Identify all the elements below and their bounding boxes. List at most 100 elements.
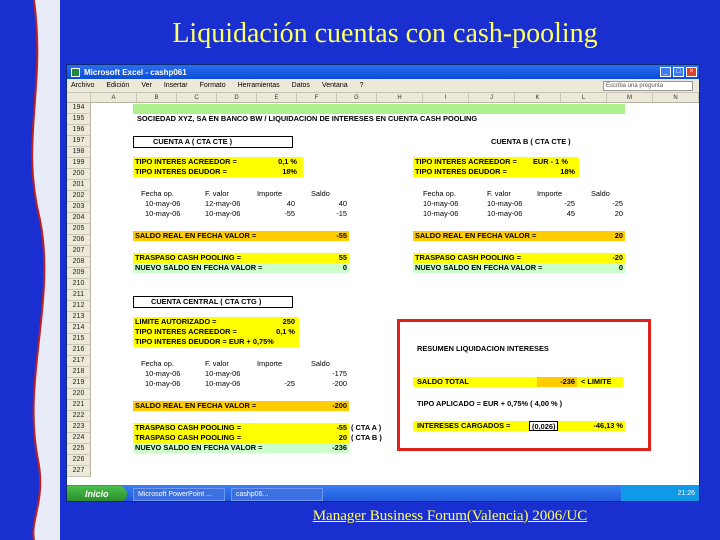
central-traspaso1-note: ( CTA A )	[351, 423, 382, 432]
row-header[interactable]: 215	[67, 334, 91, 345]
row-header[interactable]: 203	[67, 202, 91, 213]
row-header[interactable]: 221	[67, 400, 91, 411]
cuenta-a-deudor-label: TIPO INTERES DEUDOR =	[135, 167, 227, 176]
column-header[interactable]: H	[377, 93, 423, 102]
excel-icon	[71, 67, 80, 77]
menu-item-datos[interactable]: Datos	[292, 82, 310, 89]
column-header[interactable]: E	[257, 93, 297, 102]
row-header[interactable]: 223	[67, 422, 91, 433]
menu-item-help[interactable]: ?	[360, 82, 364, 89]
cuenta-b-deudor-label: TIPO INTERES DEUDOR =	[415, 167, 507, 176]
central-row2-importe: -25	[284, 379, 295, 388]
row-header[interactable]: 199	[67, 158, 91, 169]
cuenta-b-row1-importe: -25	[564, 199, 575, 208]
close-icon[interactable]: ×	[686, 67, 697, 77]
row-header[interactable]: 198	[67, 147, 91, 158]
row-header[interactable]: 204	[67, 213, 91, 224]
resumen-title: RESUMEN LIQUIDACION INTERESES	[417, 344, 549, 353]
help-search-input[interactable]: Escriba una pregunta	[603, 80, 693, 91]
column-header[interactable]: I	[423, 93, 469, 102]
cuenta-b-row1-fvalor: 10-may-06	[487, 199, 523, 208]
row-header[interactable]: 218	[67, 367, 91, 378]
central-nuevo-value: -236	[332, 443, 347, 452]
column-header[interactable]: L	[561, 93, 607, 102]
cuenta-b-saldo-label: SALDO REAL EN FECHA VALOR =	[415, 231, 537, 240]
menu-item-ventana[interactable]: Ventana	[322, 82, 348, 89]
row-header[interactable]: 225	[67, 444, 91, 455]
row-header[interactable]: 207	[67, 246, 91, 257]
taskbar-item-powerpoint[interactable]: Microsoft PowerPoint ...	[133, 487, 225, 501]
central-header-fvalor: F. valor	[205, 359, 229, 368]
menu-item-edicion[interactable]: Edición	[106, 82, 129, 89]
excel-window: Microsoft Excel - cashp061 _ □ × Archivo…	[66, 64, 700, 502]
column-header[interactable]: J	[469, 93, 515, 102]
column-header[interactable]: N	[653, 93, 699, 102]
row-header[interactable]: 196	[67, 125, 91, 136]
row-header[interactable]: 213	[67, 312, 91, 323]
row-header[interactable]: 220	[67, 389, 91, 400]
maximize-icon[interactable]: □	[673, 67, 684, 77]
resumen-saldo-label: SALDO TOTAL	[417, 377, 469, 386]
slide-footer[interactable]: Manager Business Forum(Valencia) 2006/UC	[200, 508, 700, 525]
menu-item-formato[interactable]: Formato	[200, 82, 226, 89]
row-header[interactable]: 214	[67, 323, 91, 334]
cuenta-a-row1-saldo: 40	[338, 199, 347, 208]
select-all-corner[interactable]	[67, 93, 91, 102]
row-header[interactable]: 205	[67, 224, 91, 235]
row-header[interactable]: 202	[67, 191, 91, 202]
central-row2-fecha: 10-may-06	[145, 379, 181, 388]
column-header[interactable]: M	[607, 93, 653, 102]
row-header[interactable]: 226	[67, 455, 91, 466]
row-header[interactable]: 219	[67, 378, 91, 389]
central-header-fecha: Fecha op.	[141, 359, 174, 368]
row-header[interactable]: 212	[67, 301, 91, 312]
column-header[interactable]: A	[91, 93, 137, 102]
column-header[interactable]: F	[297, 93, 337, 102]
cuenta-a-traspaso-label: TRASPASO CASH POOLING =	[135, 253, 242, 262]
minimize-icon[interactable]: _	[660, 67, 671, 77]
column-header[interactable]: G	[337, 93, 377, 102]
cuenta-a-row1-fecha: 10-may-06	[145, 199, 181, 208]
column-header[interactable]: K	[515, 93, 561, 102]
cuenta-a-row1-importe: 40	[286, 199, 295, 208]
cuenta-a-nuevo-value: 0	[342, 263, 347, 272]
column-header[interactable]: B	[137, 93, 177, 102]
menu-item-archivo[interactable]: Archivo	[71, 82, 94, 89]
row-header[interactable]: 209	[67, 268, 91, 279]
row-header[interactable]: 210	[67, 279, 91, 290]
menu-item-ver[interactable]: Ver	[141, 82, 152, 89]
column-header[interactable]: D	[217, 93, 257, 102]
row-header[interactable]: 211	[67, 290, 91, 301]
window-title: Microsoft Excel - cashp061	[84, 67, 187, 77]
central-traspaso2-label: TRASPASO CASH POOLING =	[135, 433, 242, 442]
row-header[interactable]: 227	[67, 466, 91, 477]
cuenta-b-row2-importe: 45	[566, 209, 575, 218]
cuenta-b-row2-fecha: 10-may-06	[423, 209, 459, 218]
row-header[interactable]: 197	[67, 136, 91, 147]
start-button[interactable]: Inicio	[67, 486, 127, 501]
row-header[interactable]: 208	[67, 257, 91, 268]
taskbar-item-excel[interactable]: cashp06...	[231, 487, 323, 501]
resumen-tipo-label: TIPO APLICADO = EUR + 0,75% ( 4,00 % )	[417, 399, 563, 408]
row-header[interactable]: 195	[67, 114, 91, 125]
menu-item-insertar[interactable]: Insertar	[164, 82, 188, 89]
spreadsheet-grid[interactable]: SOCIEDAD XYZ, SA EN BANCO BW / LIQUIDACI…	[67, 103, 699, 481]
row-header[interactable]: 216	[67, 345, 91, 356]
row-header[interactable]: 222	[67, 411, 91, 422]
resumen-intereses-label: INTERESES CARGADOS =	[417, 421, 511, 430]
cuenta-a-row2-importe: -55	[284, 209, 295, 218]
menu-item-herramientas[interactable]: Herramientas	[238, 82, 280, 89]
cuenta-a-deudor-value: 18%	[282, 167, 297, 176]
cuenta-a-acreedor-value: 0,1 %	[278, 157, 297, 166]
cuenta-a-header-saldo: Saldo	[311, 189, 330, 198]
cuenta-b-traspaso-label: TRASPASO CASH POOLING =	[415, 253, 522, 262]
row-header[interactable]: 224	[67, 433, 91, 444]
row-header[interactable]: 201	[67, 180, 91, 191]
row-header[interactable]: 206	[67, 235, 91, 246]
column-header[interactable]: C	[177, 93, 217, 102]
central-saldo-value: -200	[332, 401, 347, 410]
row-header[interactable]: 194	[67, 103, 91, 114]
central-traspaso2-note: ( CTA B )	[351, 433, 382, 442]
row-header[interactable]: 217	[67, 356, 91, 367]
row-header[interactable]: 200	[67, 169, 91, 180]
